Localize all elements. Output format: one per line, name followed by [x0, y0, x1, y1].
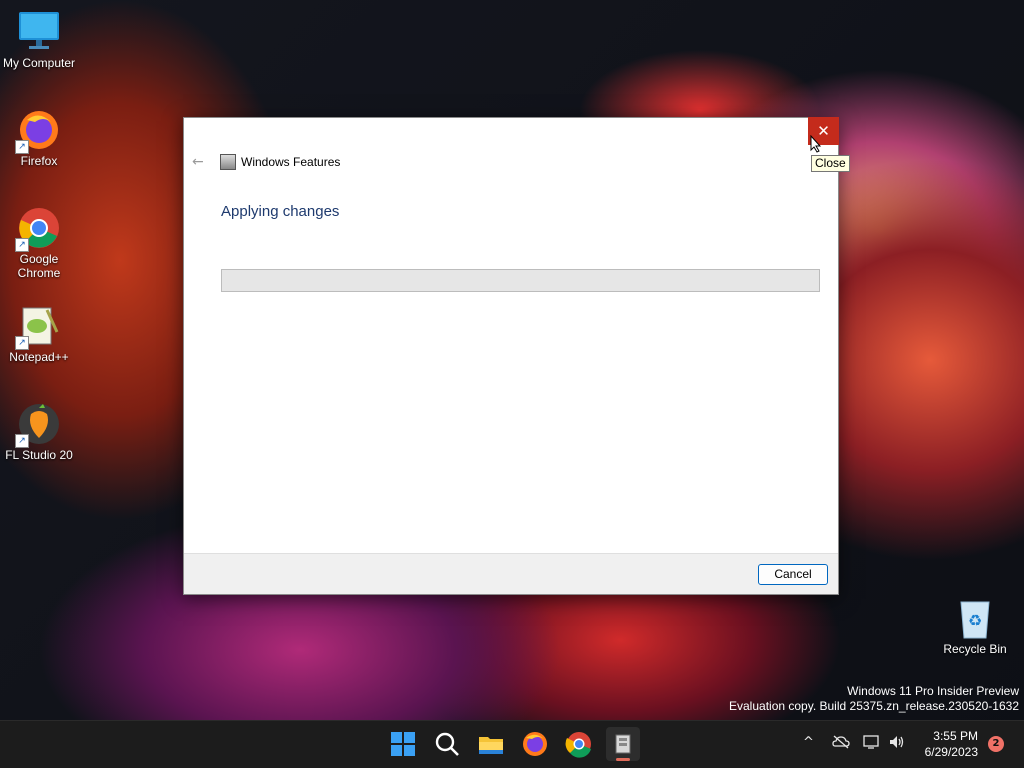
chrome-icon [565, 732, 591, 758]
firefox-icon: ↗ [15, 108, 61, 154]
shortcut-arrow-icon: ↗ [15, 336, 29, 350]
desktop-icon-firefox[interactable]: ↗ Firefox [1, 108, 77, 168]
file-explorer-button[interactable] [476, 729, 506, 759]
watermark-line-1: Windows 11 Pro Insider Preview [847, 684, 1019, 698]
chrome-icon: ↗ [15, 206, 61, 252]
firefox-icon [523, 732, 547, 756]
shortcut-arrow-icon: ↗ [15, 140, 29, 154]
taskbar-clock[interactable]: 3:55 PM 6/29/2023 [925, 728, 978, 760]
shortcut-arrow-icon: ↗ [15, 238, 29, 252]
dialog-title: Windows Features [241, 155, 341, 169]
onedrive-offline-icon[interactable] [832, 735, 850, 749]
desktop-icon-label: Google Chrome [1, 252, 77, 280]
windows-features-dialog: ← Windows Features Applying changes Canc… [183, 117, 839, 595]
dialog-footer: Cancel [184, 553, 838, 594]
start-icon [391, 732, 415, 756]
svg-text:♻: ♻ [968, 611, 982, 630]
windows-watermark: Windows 11 Pro Insider Preview Evaluatio… [729, 684, 1019, 714]
mouse-cursor-icon [810, 135, 822, 153]
watermark-line-2: Evaluation copy. Build 25375.zn_release.… [729, 699, 1019, 713]
desktop-icon-notepad-plus-plus[interactable]: ↗ Notepad++ [1, 304, 77, 364]
desktop-icon-recycle-bin[interactable]: ♻ Recycle Bin [937, 596, 1013, 656]
cancel-button[interactable]: Cancel [758, 564, 828, 585]
desktop-icon-label: My Computer [2, 56, 76, 70]
volume-icon[interactable] [888, 735, 906, 749]
desktop-icon-google-chrome[interactable]: ↗ Google Chrome [1, 206, 77, 280]
shortcut-arrow-icon: ↗ [15, 434, 29, 448]
network-icon[interactable] [863, 735, 881, 749]
start-button[interactable] [388, 729, 418, 759]
file-explorer-icon [479, 737, 503, 754]
desktop-icon-label-text: Google Chrome [17, 252, 61, 280]
monitor-icon [17, 10, 61, 54]
search-icon [435, 732, 459, 756]
firefox-taskbar-button[interactable] [520, 729, 550, 759]
desktop-icon-fl-studio[interactable]: ↗ FL Studio 20 [1, 402, 77, 462]
notepad-plus-plus-icon: ↗ [15, 304, 61, 350]
dialog-heading: Applying changes [221, 203, 340, 220]
recycle-bin-icon: ♻ [953, 596, 997, 640]
windows-features-app-icon [220, 154, 236, 170]
clock-date: 6/29/2023 [924, 745, 978, 759]
windows-features-icon [615, 734, 631, 761]
show-hidden-icons-chevron[interactable]: ^ [803, 735, 814, 750]
desktop-icon-label: FL Studio 20 [5, 448, 73, 462]
notification-badge[interactable]: 2 [988, 736, 1004, 752]
desktop-icon-label: Notepad++ [9, 350, 69, 364]
clock-time: 3:55 PM [933, 729, 978, 743]
close-tooltip: Close [811, 155, 850, 172]
desktop-icon-my-computer[interactable]: My Computer [1, 10, 77, 70]
fl-studio-icon: ↗ [15, 402, 61, 448]
desktop-icon-label: Firefox [20, 154, 58, 168]
desktop-icon-label: Recycle Bin [943, 642, 1007, 656]
progress-bar [221, 269, 820, 292]
taskbar: ^ 3:55 PM 6/29/2023 2 [0, 720, 1024, 768]
chrome-taskbar-button[interactable] [564, 729, 594, 759]
search-button[interactable] [432, 729, 462, 759]
back-arrow-icon[interactable]: ← [192, 154, 204, 170]
windows-features-taskbar-button[interactable] [606, 727, 640, 761]
